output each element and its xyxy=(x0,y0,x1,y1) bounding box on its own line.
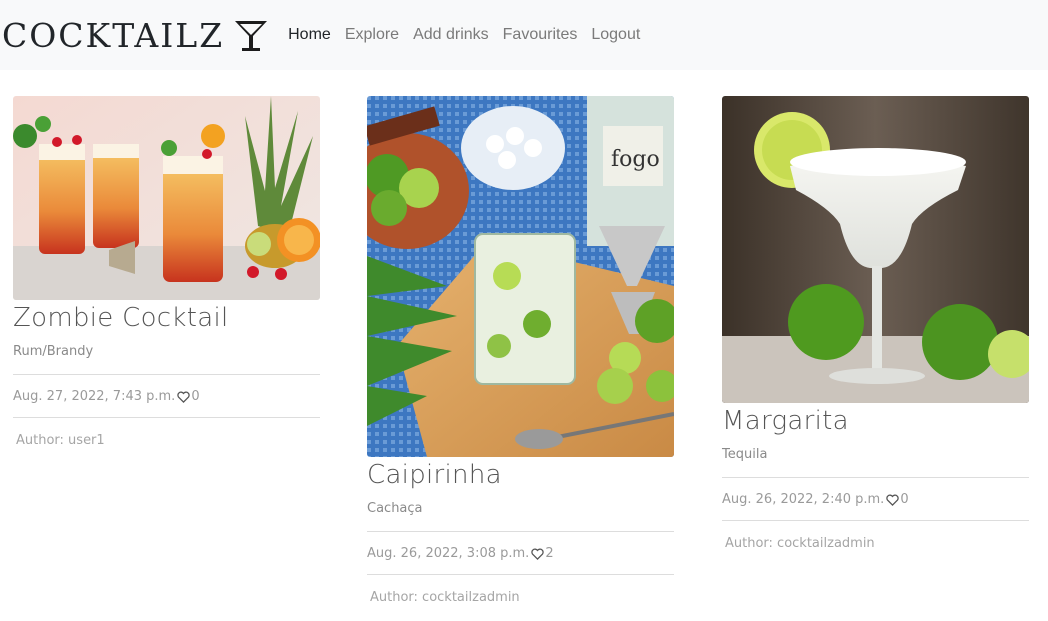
divider xyxy=(367,531,674,532)
nav-add-drinks[interactable]: Add drinks xyxy=(413,26,489,44)
drink-date: Aug. 26, 2022, 3:08 p.m. xyxy=(367,546,530,561)
heart-outline-icon[interactable] xyxy=(531,548,544,560)
navbar: COCKTAILZ Home Explore Add drinks Favour… xyxy=(0,0,1048,70)
divider xyxy=(13,417,320,418)
brand-name: COCKTAILZ xyxy=(2,15,225,55)
drink-date: Aug. 27, 2022, 7:43 p.m. xyxy=(13,389,176,404)
drink-author: Author: cocktailzadmin xyxy=(725,536,875,551)
drink-image[interactable]: fogo xyxy=(367,96,674,457)
drink-meta: Aug. 27, 2022, 7:43 p.m. 0 xyxy=(13,389,320,404)
zombie-cocktail-photo xyxy=(13,96,320,300)
drink-image[interactable] xyxy=(722,96,1029,403)
drink-spirit: Rum/Brandy xyxy=(13,344,94,359)
margarita-photo xyxy=(722,96,1029,403)
drink-image[interactable] xyxy=(13,96,320,300)
drink-spirit: Tequila xyxy=(722,447,768,462)
main-nav: Home Explore Add drinks Favourites Logou… xyxy=(288,26,654,44)
heart-outline-icon[interactable] xyxy=(886,494,899,506)
drink-title[interactable]: Margarita xyxy=(722,405,1029,437)
heart-outline-icon[interactable] xyxy=(177,391,190,403)
drink-card: Zombie Cocktail Rum/Brandy Aug. 27, 2022… xyxy=(13,96,320,448)
caipirinha-photo: fogo xyxy=(367,96,674,457)
nav-favourites[interactable]: Favourites xyxy=(503,26,578,44)
brand-logo[interactable]: COCKTAILZ xyxy=(2,16,268,55)
drink-card: fogo Caipirinha Cachaça Aug. 26, 2022, 3… xyxy=(367,96,674,605)
divider xyxy=(722,520,1029,521)
drink-meta: Aug. 26, 2022, 3:08 p.m. 2 xyxy=(367,546,674,561)
drink-card: Margarita Tequila Aug. 26, 2022, 2:40 p.… xyxy=(722,96,1029,551)
like-count: 0 xyxy=(191,389,200,404)
drink-date: Aug. 26, 2022, 2:40 p.m. xyxy=(722,492,885,507)
drink-author: Author: cocktailzadmin xyxy=(370,590,520,605)
divider xyxy=(722,477,1029,478)
martini-glass-icon xyxy=(235,21,268,51)
divider xyxy=(13,374,320,375)
like-count: 0 xyxy=(900,492,909,507)
drink-spirit: Cachaça xyxy=(367,501,423,516)
drink-author: Author: user1 xyxy=(16,433,105,448)
divider xyxy=(367,574,674,575)
nav-explore[interactable]: Explore xyxy=(345,26,399,44)
like-count: 2 xyxy=(545,546,554,561)
drink-title[interactable]: Zombie Cocktail xyxy=(13,302,320,334)
nav-home[interactable]: Home xyxy=(288,26,331,44)
drink-meta: Aug. 26, 2022, 2:40 p.m. 0 xyxy=(722,492,1029,507)
drink-title[interactable]: Caipirinha xyxy=(367,459,674,491)
nav-logout[interactable]: Logout xyxy=(591,26,640,44)
bottle-label: fogo xyxy=(611,147,660,172)
